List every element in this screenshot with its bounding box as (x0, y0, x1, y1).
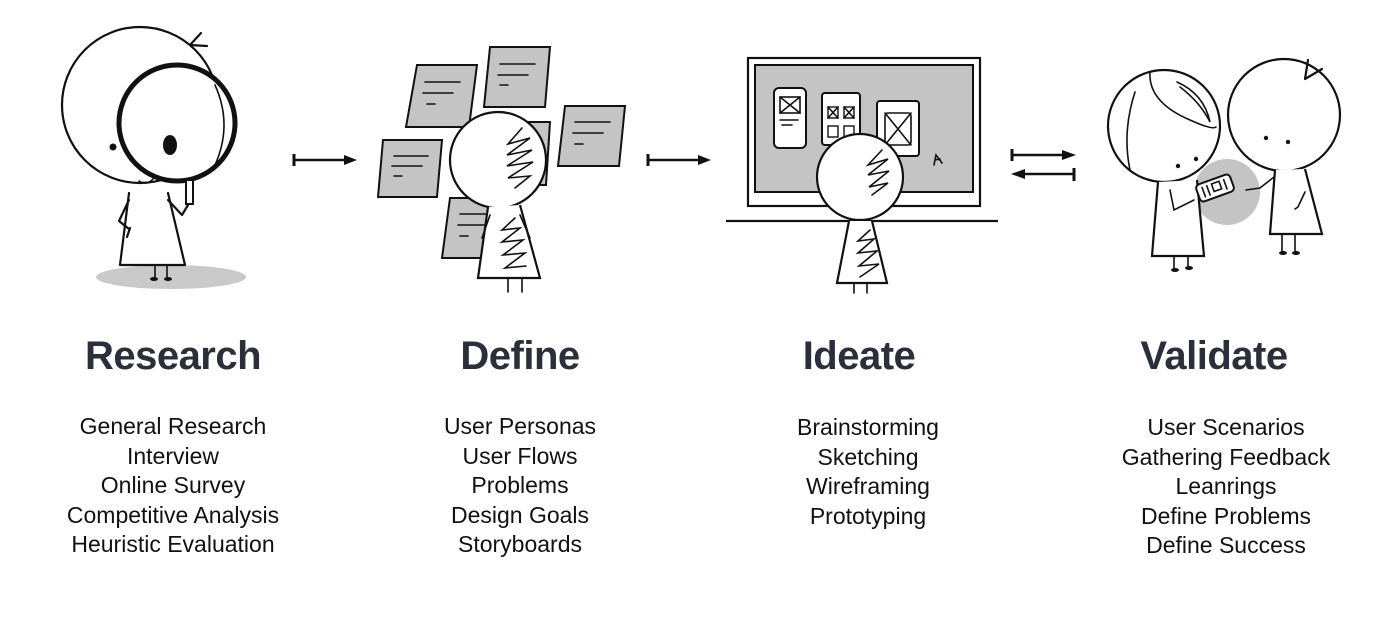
arrow-forward-icon (1010, 149, 1076, 161)
stage-item: Problems (471, 472, 569, 499)
arrow-back-icon (1011, 168, 1076, 181)
stage-title: Ideate (802, 334, 916, 378)
stage-item: Brainstorming (797, 414, 939, 440)
arrow-define-to-ideate (646, 154, 711, 166)
stage-item: Gathering Feedback (1121, 443, 1331, 470)
stage-item: Heuristic Evaluation (71, 531, 275, 558)
stage-item: General Research (79, 413, 267, 439)
stage-title: Define (460, 334, 580, 378)
stage-item: Wireframing (806, 473, 930, 500)
stage-items: Brainstorming Sketching Wireframing Prot… (688, 413, 1048, 531)
stage-item: Interview (126, 442, 220, 469)
stage-item: User Personas (443, 413, 597, 439)
stage-item: Design Goals (450, 501, 590, 528)
stage-item: Leanrings (1175, 473, 1277, 500)
arrow-research-to-define (292, 154, 357, 166)
head (448, 110, 548, 210)
stage-item: Define Success (1146, 532, 1306, 559)
stage-items: General Research Interview Online Survey… (0, 412, 353, 560)
head (815, 132, 905, 222)
ideate-illustration (726, 56, 998, 294)
stage-item: Sketching (817, 443, 919, 470)
validate-illustration (1106, 57, 1342, 272)
stage-title: Validate (1140, 334, 1288, 378)
stage-item: Online Survey (100, 472, 246, 499)
head (1226, 57, 1342, 173)
stage-item: Competitive Analysis (66, 501, 280, 528)
stage-item: Prototyping (809, 502, 927, 529)
stage-item: User Scenarios (1147, 414, 1305, 440)
ground-shadow (96, 265, 246, 289)
stage-item: User Flows (462, 442, 578, 469)
stage-items: User Scenarios Gathering Feedback Leanri… (1046, 413, 1400, 561)
stage-title: Research (84, 334, 262, 378)
arrow-ideate-validate-loop (1010, 149, 1076, 181)
stage-item: Define Problems (1140, 502, 1312, 529)
research-illustration (60, 25, 246, 289)
stage-items: User Personas User Flows Problems Design… (340, 412, 700, 560)
stage-item: Storyboards (457, 531, 582, 558)
body (1268, 168, 1324, 236)
define-illustration (376, 46, 627, 293)
